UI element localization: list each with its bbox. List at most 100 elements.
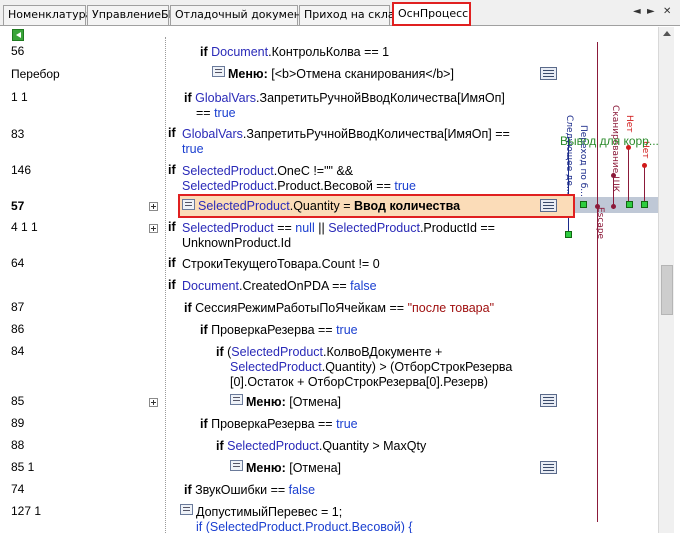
back-arrow-icon[interactable] bbox=[12, 29, 24, 41]
row-number: 85 1 bbox=[11, 460, 35, 474]
code-text: .CreatedOnPDA == bbox=[238, 279, 351, 293]
keyword-if: if bbox=[168, 163, 176, 177]
code-line[interactable]: if ПроверкаРезерва == true bbox=[200, 416, 358, 432]
keyword-if: if bbox=[168, 126, 176, 140]
tab-debug-document[interactable]: Отладочный документ bbox=[170, 5, 307, 25]
flow-node[interactable] bbox=[565, 231, 572, 238]
code-text: СессияРежимРаботыПоЯчейкам == bbox=[195, 301, 408, 315]
code-text: .Quantity) > (ОтборСтрокРезерва bbox=[321, 360, 513, 374]
code-line[interactable]: if ПроверкаРезерва == true bbox=[200, 322, 358, 338]
flow-node[interactable] bbox=[626, 201, 633, 208]
expand-icon[interactable] bbox=[149, 202, 158, 211]
code-line[interactable]: Меню: [<b>Отмена сканирования</b>] bbox=[228, 66, 454, 82]
object-ref: SelectedProduct bbox=[227, 439, 319, 453]
code-text: .КолвоВДокументе + bbox=[323, 345, 443, 359]
code-line[interactable]: SelectedProduct.OneC !="" && bbox=[182, 163, 353, 179]
code-line[interactable]: SelectedProduct.Product.Весовой == true bbox=[182, 178, 416, 194]
tab-upravleniebp[interactable]: УправлениеБП bbox=[87, 5, 177, 25]
keyword-if: if bbox=[168, 278, 176, 292]
expand-icon[interactable] bbox=[149, 398, 158, 407]
scroll-up-icon[interactable] bbox=[663, 31, 671, 36]
code-line[interactable]: Меню: [Отмена] bbox=[246, 394, 341, 410]
scrollbar-thumb[interactable] bbox=[661, 265, 673, 315]
tab-close-icon[interactable]: ✕ bbox=[663, 6, 671, 17]
code-line[interactable]: true bbox=[182, 141, 204, 157]
code-text: || bbox=[314, 221, 329, 235]
panel-icon[interactable] bbox=[540, 67, 557, 80]
code-line[interactable]: if SelectedProduct.Quantity > MaxQty bbox=[216, 438, 426, 454]
code-line[interactable]: SelectedProduct.Quantity = Ввод количест… bbox=[198, 198, 460, 214]
code-text: [0].Остаток + ОтборСтрокРезерва[0].Резер… bbox=[230, 375, 489, 389]
object-ref: SelectedProduct bbox=[182, 221, 274, 235]
object-ref: SelectedProduct bbox=[328, 221, 420, 235]
value-true: true bbox=[336, 417, 358, 431]
row-number: 57 bbox=[11, 199, 25, 213]
code-line[interactable]: [0].Остаток + ОтборСтрокРезерва[0].Резер… bbox=[230, 374, 488, 390]
code-text: .OneC !="" && bbox=[273, 164, 354, 178]
expand-icon[interactable] bbox=[149, 224, 158, 233]
flow-node[interactable] bbox=[641, 201, 648, 208]
keyword-if: if bbox=[200, 45, 208, 59]
keyword-if: if bbox=[168, 220, 176, 234]
flow-dot bbox=[642, 163, 647, 168]
row-number: 87 bbox=[11, 300, 25, 314]
script-icon bbox=[180, 504, 193, 515]
vertical-scrollbar[interactable] bbox=[658, 27, 674, 533]
code-text: == bbox=[196, 106, 215, 120]
code-line[interactable]: == true bbox=[196, 105, 236, 121]
panel-icon[interactable] bbox=[540, 461, 557, 474]
object-ref: Document bbox=[182, 279, 239, 293]
keyword-if: if bbox=[200, 417, 208, 431]
code-line[interactable]: if СессияРежимРаботыПоЯчейкам == "после … bbox=[184, 300, 494, 316]
object-ref: GlobalVars bbox=[182, 127, 243, 141]
code-line[interactable]: if (SelectedProduct.Product.Весовой) { bbox=[196, 519, 413, 533]
row-number: Перебор bbox=[11, 67, 60, 81]
code-line[interactable]: UnknownProduct.Id bbox=[182, 235, 291, 251]
keyword-if: if bbox=[168, 256, 176, 270]
tab-prev-icon[interactable]: ◄ bbox=[633, 6, 641, 17]
tab-osnprocess[interactable]: ОснПроцесс bbox=[392, 2, 471, 26]
menu-label: Меню: bbox=[246, 461, 286, 475]
code-text: == 1 bbox=[360, 45, 390, 59]
code-line[interactable]: SelectedProduct.Quantity) > (ОтборСтрокР… bbox=[230, 359, 512, 375]
code-line[interactable]: GlobalVars.ЗапретитьРучнойВводКоличества… bbox=[182, 126, 510, 142]
panel-icon[interactable] bbox=[540, 199, 557, 212]
code-text: .ЗапретитьРучнойВводКоличества[ИмяОп] == bbox=[242, 127, 510, 141]
tab-nomenklatura[interactable]: Номенклатура bbox=[3, 5, 92, 25]
object-ref: GlobalVars bbox=[195, 91, 257, 105]
row-number: 74 bbox=[11, 482, 25, 496]
menu-icon bbox=[212, 66, 225, 77]
flow-label: Следующее де... bbox=[564, 115, 574, 195]
code-line[interactable]: SelectedProduct == null || SelectedProdu… bbox=[182, 220, 495, 236]
flow-node[interactable] bbox=[580, 201, 587, 208]
flow-line bbox=[597, 42, 598, 522]
code-line[interactable]: ДопустимыйПеревес = 1; bbox=[196, 504, 342, 520]
value-false: false bbox=[350, 279, 377, 293]
object-ref: SelectedProduct bbox=[198, 199, 290, 213]
code-line[interactable]: Document.CreatedOnPDA == false bbox=[182, 278, 377, 294]
code-text: .ProductId == bbox=[419, 221, 495, 235]
code-line[interactable]: if GlobalVars.ЗапретитьРучнойВводКоличес… bbox=[184, 90, 505, 106]
row-number: 4 1 1 bbox=[11, 220, 38, 234]
panel-icon[interactable] bbox=[540, 394, 557, 407]
flow-label: Сканирование ШК bbox=[610, 105, 620, 193]
string-literal: "после товара" bbox=[407, 301, 495, 315]
row-number: 64 bbox=[11, 256, 25, 270]
row-number: 83 bbox=[11, 127, 25, 141]
code-line[interactable]: Меню: [Отмена] bbox=[246, 460, 341, 476]
code-line[interactable]: if ЗвукОшибки == false bbox=[184, 482, 315, 498]
code-text: ПроверкаРезерва == bbox=[211, 323, 337, 337]
tab-prihod-na-sklad[interactable]: Приход на склад bbox=[299, 5, 402, 25]
code-line[interactable]: СтрокиТекущегоТовара.Count != 0 bbox=[182, 256, 380, 272]
flow-label: Escape bbox=[595, 207, 605, 240]
flow-label-green: Вывод для корр... bbox=[560, 134, 658, 148]
code-line[interactable]: if (SelectedProduct.КолвоВДокументе + bbox=[216, 344, 442, 360]
code-text: ДопустимыйПеревес = 1; bbox=[196, 505, 343, 519]
code-text: ЗвукОшибки == bbox=[195, 483, 289, 497]
flow-line bbox=[628, 149, 629, 207]
tab-next-icon[interactable]: ► bbox=[647, 6, 655, 17]
code-line[interactable]: if Document.КонтрольКолва == 1 bbox=[200, 44, 389, 60]
code-text: .Product.Весовой == bbox=[273, 179, 395, 193]
code-text: .Quantity > MaxQty bbox=[318, 439, 427, 453]
menu-label: Меню: bbox=[228, 67, 268, 81]
